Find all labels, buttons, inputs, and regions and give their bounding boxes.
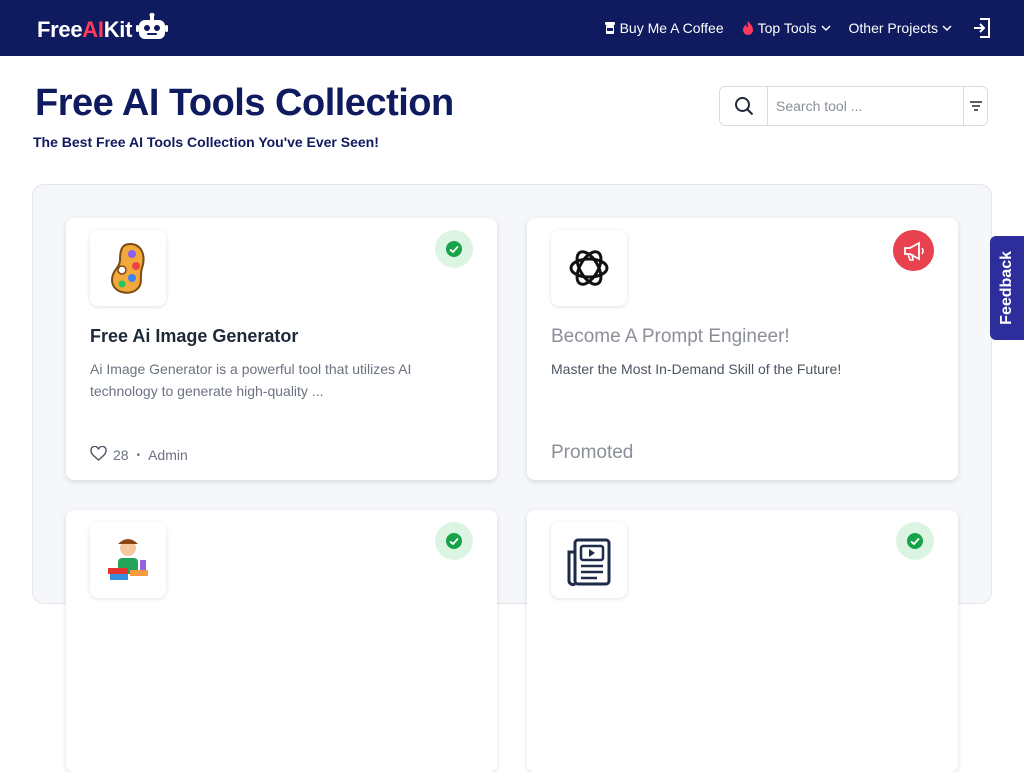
feedback-tab[interactable]: Feedback	[990, 236, 1024, 340]
page-subtitle: The Best Free AI Tools Collection You've…	[33, 134, 379, 150]
nav-buy-coffee[interactable]: Buy Me A Coffee	[604, 20, 724, 36]
search-icon[interactable]	[720, 87, 768, 125]
verified-icon	[896, 522, 934, 560]
author-name: Admin	[148, 447, 188, 463]
article-video-icon	[551, 522, 627, 598]
tool-card-image-generator[interactable]: Free Ai Image Generator Ai Image Generat…	[66, 218, 497, 480]
tools-grid: Free Ai Image Generator Ai Image Generat…	[32, 184, 992, 772]
nav-top-tools[interactable]: Top Tools	[742, 20, 831, 36]
like-count: 28	[113, 447, 129, 463]
tool-card-title[interactable]: Become A Prompt Engineer!	[551, 326, 790, 348]
search-input[interactable]	[768, 87, 963, 125]
tool-card-title[interactable]: Free Ai Image Generator	[90, 326, 298, 347]
feedback-label: Feedback	[998, 251, 1015, 325]
tool-card-description: Master the Most In-Demand Skill of the F…	[551, 361, 842, 377]
nav-other-projects[interactable]: Other Projects	[849, 20, 952, 36]
coffee-icon	[604, 21, 616, 35]
megaphone-icon	[893, 230, 934, 271]
heart-icon[interactable]	[90, 445, 107, 464]
verified-icon	[435, 230, 473, 268]
tool-card-books[interactable]	[66, 510, 497, 772]
robot-icon	[136, 12, 169, 47]
chevron-down-icon	[820, 24, 831, 32]
tool-card-prompt-engineer[interactable]: Become A Prompt Engineer! Master the Mos…	[527, 218, 958, 480]
nav-top-tools-label: Top Tools	[757, 20, 817, 36]
brand-logo[interactable]: Free AI Kit	[37, 12, 169, 47]
openai-logo-icon	[551, 230, 627, 306]
nav-buy-coffee-label: Buy Me A Coffee	[619, 20, 724, 36]
promoted-label: Promoted	[551, 442, 634, 463]
brand-kit: Kit	[103, 17, 133, 42]
tool-card-article-video[interactable]	[527, 510, 958, 772]
chevron-down-icon	[942, 24, 952, 32]
filter-icon[interactable]	[963, 87, 987, 125]
top-navbar: Free AI Kit Buy Me A Coffee Top Tools Othe…	[0, 0, 1024, 56]
login-icon[interactable]	[972, 17, 992, 44]
tool-card-meta: 28 • Admin	[90, 445, 188, 464]
page-title: Free AI Tools Collection	[35, 82, 454, 124]
tool-card-description: Ai Image Generator is a powerful tool th…	[90, 361, 412, 399]
brand-ai: AI	[82, 17, 104, 42]
nav-links: Buy Me A Coffee Top Tools Other Projects	[604, 0, 952, 56]
search-box	[719, 86, 988, 126]
brand-free: Free	[37, 17, 83, 42]
paint-palette-icon	[90, 230, 166, 306]
books-kid-icon	[90, 522, 166, 598]
verified-icon	[435, 522, 473, 560]
nav-other-projects-label: Other Projects	[848, 20, 938, 36]
fire-icon	[742, 21, 754, 35]
meta-separator: •	[136, 449, 141, 461]
